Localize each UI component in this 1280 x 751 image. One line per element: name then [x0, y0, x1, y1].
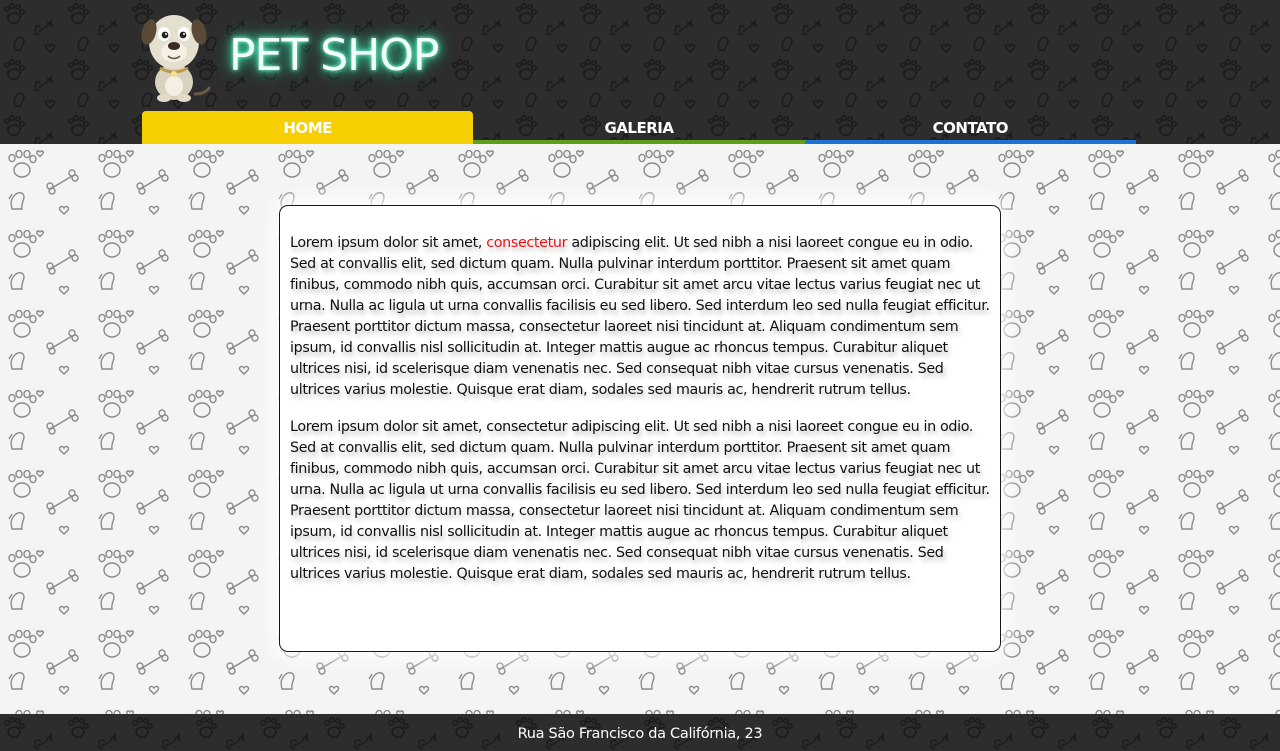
- main-navigation: HOME GALERIA CONTATO: [142, 111, 1136, 144]
- paragraph-1-text-start: Lorem ipsum dolor sit amet,: [290, 235, 487, 251]
- nav-item-galeria[interactable]: GALERIA: [473, 111, 805, 144]
- site-title: PET SHOP: [229, 30, 439, 81]
- content-paragraph-1: Lorem ipsum dolor sit amet, consectetur …: [290, 233, 990, 401]
- footer-address: Rua São Francisco da Califórnia, 23: [517, 726, 763, 742]
- content-paragraph-2: Lorem ipsum dolor sit amet, consectetur …: [290, 419, 990, 582]
- paragraph-1-text-end: adipiscing elit. Ut sed nibh a nisi laor…: [290, 235, 990, 398]
- nav-item-contato[interactable]: CONTATO: [804, 111, 1136, 144]
- cartoon-dog-logo[interactable]: [140, 8, 212, 104]
- content-card: Lorem ipsum dolor sit amet, consectetur …: [279, 205, 1001, 652]
- nav-item-home[interactable]: HOME: [142, 111, 474, 144]
- highlighted-word: consectetur: [486, 235, 568, 251]
- site-footer: Rua São Francisco da Califórnia, 23: [0, 714, 1280, 751]
- site-header: PET SHOP HOME GALERIA CONTATO: [0, 0, 1280, 144]
